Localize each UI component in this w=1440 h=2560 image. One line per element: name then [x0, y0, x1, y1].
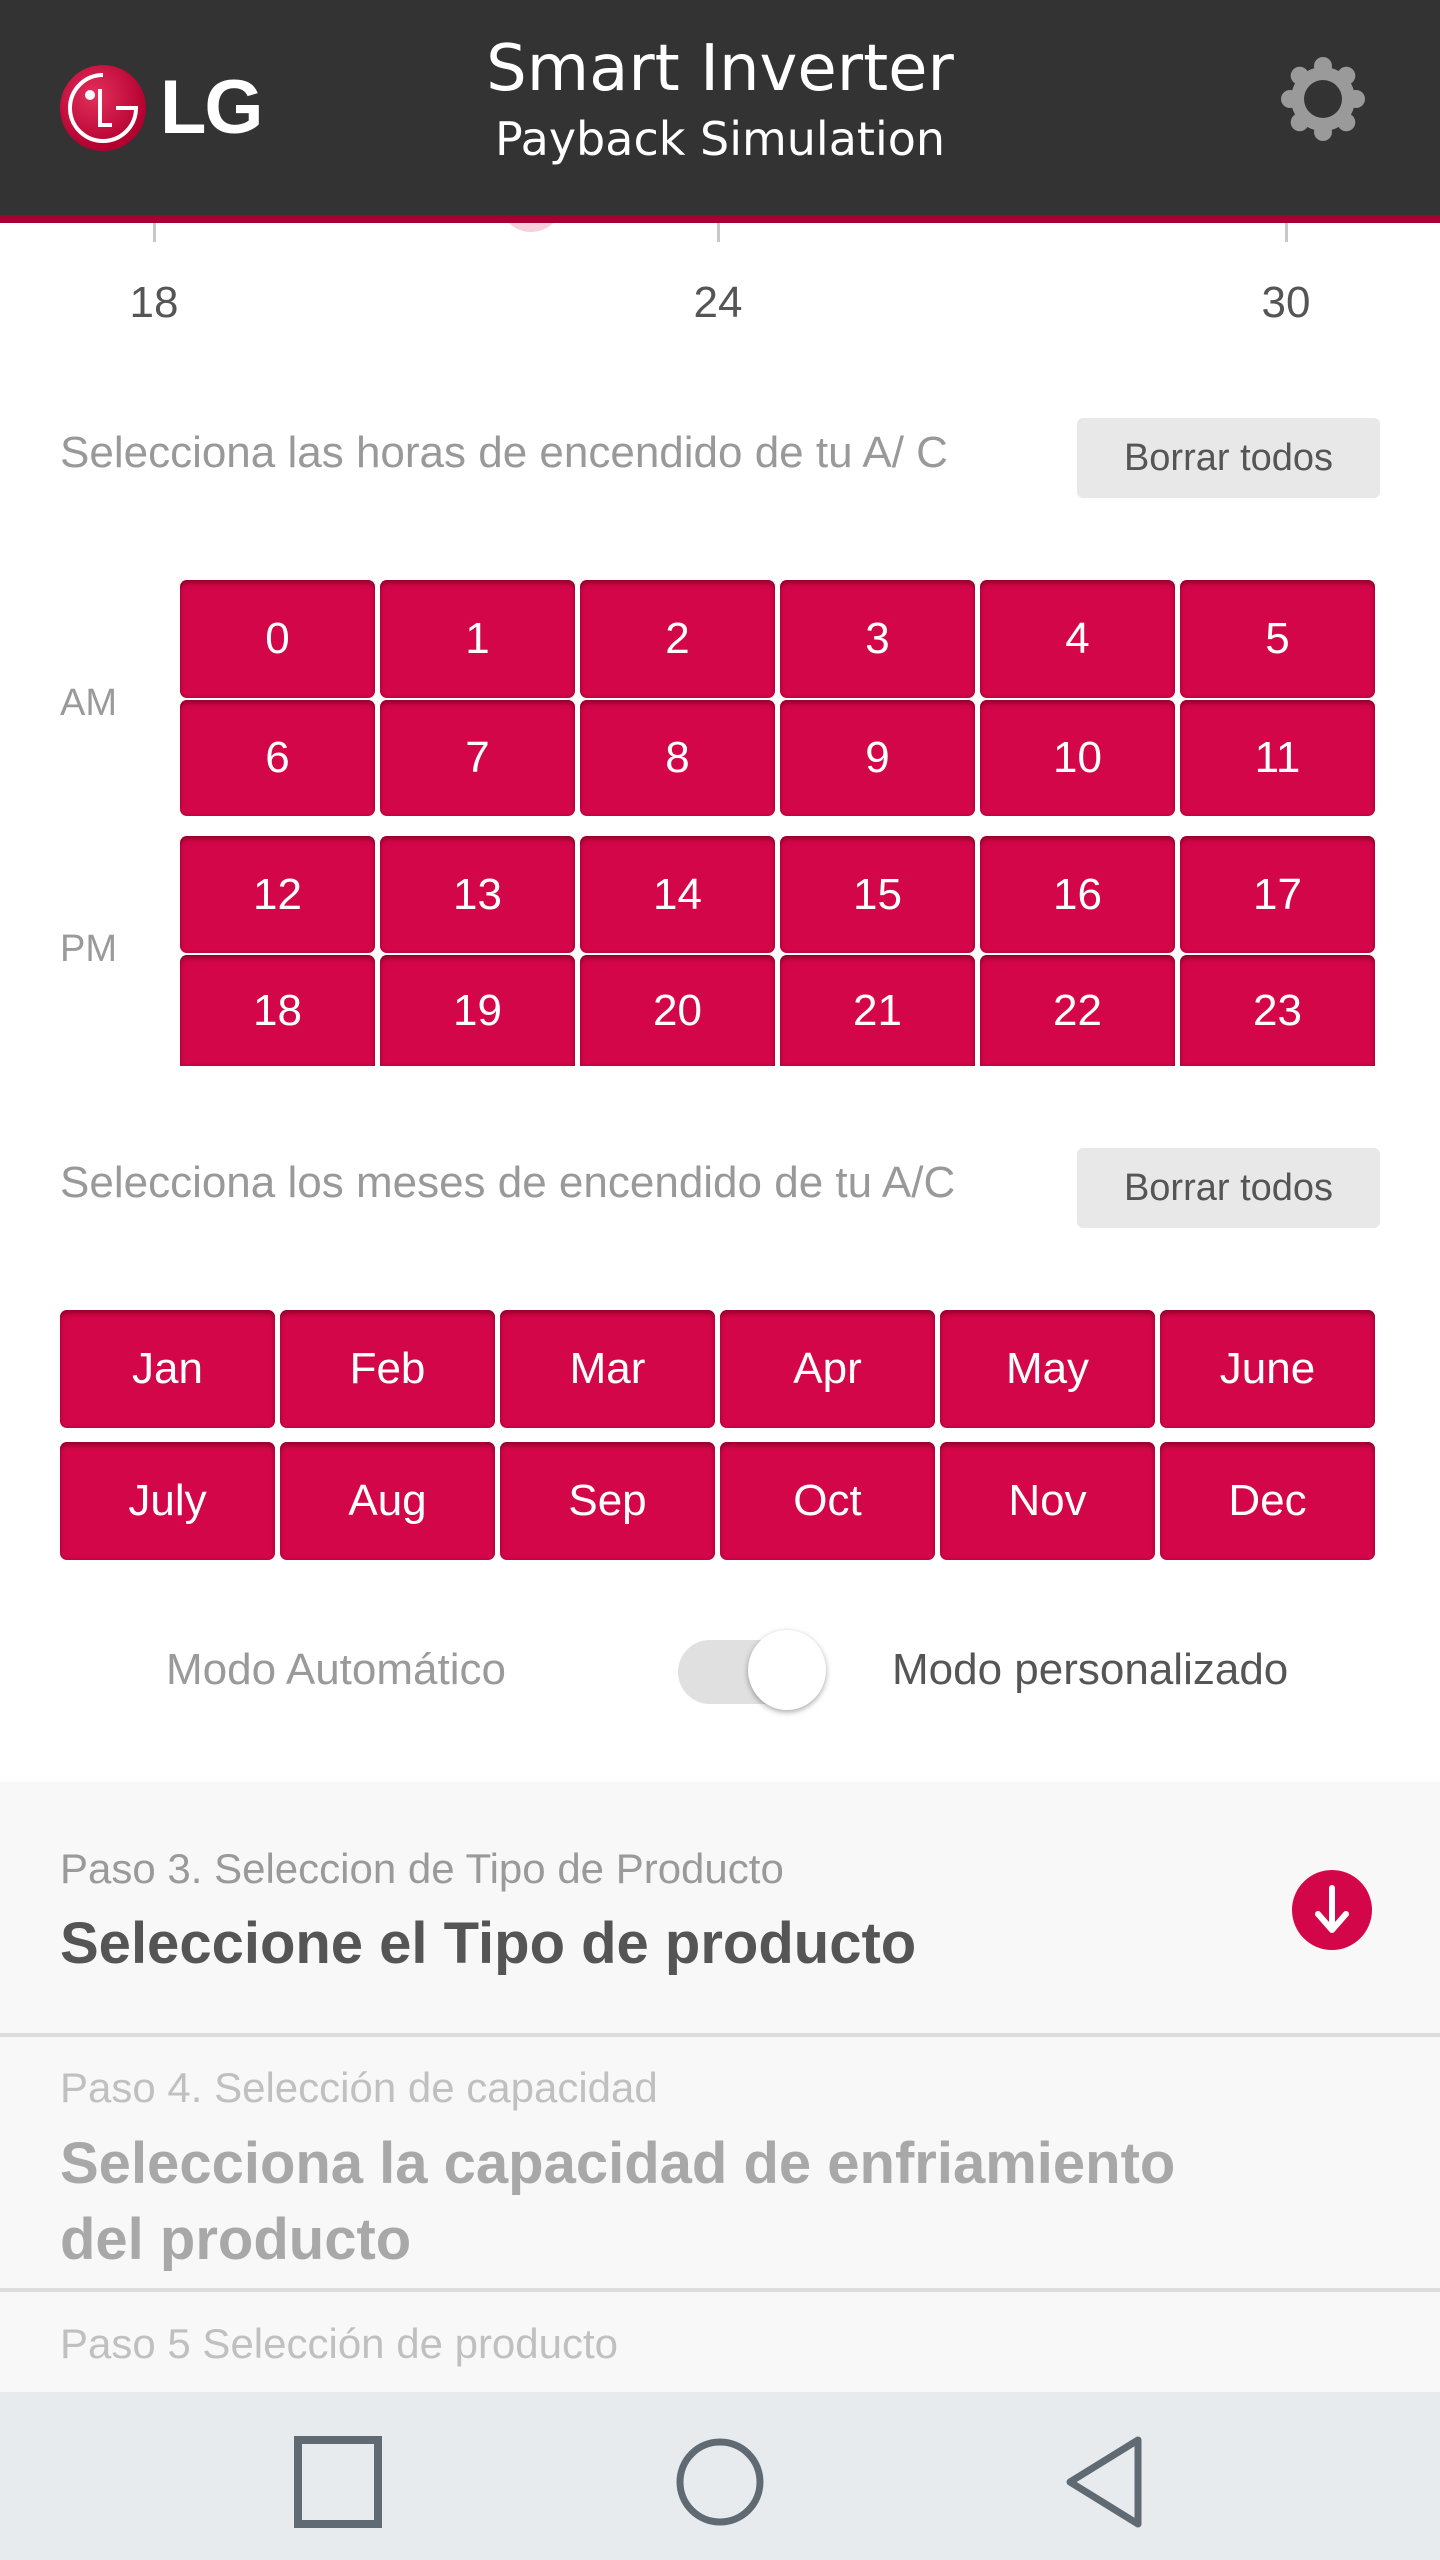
hour-button[interactable]: 12 — [180, 836, 375, 953]
recents-icon[interactable] — [288, 2432, 388, 2532]
hour-button[interactable]: 7 — [380, 700, 575, 816]
arrow-down-circle-icon[interactable] — [1292, 1870, 1372, 1950]
hour-button[interactable]: 17 — [1180, 836, 1375, 953]
month-button[interactable]: Jan — [60, 1310, 275, 1428]
toggle-knob — [748, 1630, 826, 1710]
hour-button[interactable]: 20 — [580, 955, 775, 1066]
step-5-kicker: Paso 5 Selección de producto — [60, 2320, 619, 2367]
am-label: AM — [60, 682, 117, 724]
hour-button[interactable]: 8 — [580, 700, 775, 816]
app-header: LG Smart Inverter Payback Simulation — [0, 0, 1440, 215]
hour-button[interactable]: 4 — [980, 580, 1175, 698]
hour-button[interactable]: 3 — [780, 580, 975, 698]
custom-mode-label[interactable]: Modo personalizado — [892, 1645, 1288, 1695]
step-4-heading: Selecciona la capacidad de enfriamiento … — [60, 2131, 1176, 2272]
month-button[interactable]: Aug — [280, 1442, 495, 1560]
month-button[interactable]: July — [60, 1442, 275, 1560]
slider-tick-label: 18 — [129, 278, 179, 327]
months-section-title: Selecciona los meses de encendido de tu … — [60, 1158, 956, 1207]
month-button[interactable]: Dec — [1160, 1442, 1375, 1560]
hour-button[interactable]: 13 — [380, 836, 575, 953]
mode-toggle-switch[interactable] — [678, 1630, 828, 1712]
slider-tick-label: 30 — [1261, 278, 1311, 327]
month-button[interactable]: Oct — [720, 1442, 935, 1560]
month-button[interactable]: Feb — [280, 1310, 495, 1428]
hour-button[interactable]: 16 — [980, 836, 1175, 953]
gear-icon[interactable] — [1278, 54, 1368, 144]
month-button[interactable]: May — [940, 1310, 1155, 1428]
hour-button[interactable]: 18 — [180, 955, 375, 1066]
month-button[interactable]: June — [1160, 1310, 1375, 1428]
step-3-kicker: Paso 3. Seleccion de Tipo de Producto — [60, 1845, 784, 1892]
hour-button[interactable]: 9 — [780, 700, 975, 816]
clear-months-button[interactable]: Borrar todos — [1077, 1148, 1380, 1228]
hour-button[interactable]: 2 — [580, 580, 775, 698]
pm-label: PM — [60, 928, 117, 970]
app-title: Smart Inverter — [486, 32, 954, 106]
step-3-heading: Seleccione el Tipo de producto — [60, 1911, 917, 1976]
hour-button[interactable]: 22 — [980, 955, 1175, 1066]
hour-button[interactable]: 19 — [380, 955, 575, 1066]
auto-mode-label[interactable]: Modo Automático — [166, 1645, 506, 1695]
hour-button[interactable]: 5 — [1180, 580, 1375, 698]
app-subtitle: Payback Simulation — [494, 112, 946, 166]
clear-hours-button[interactable]: Borrar todos — [1077, 418, 1380, 498]
month-button[interactable]: Mar — [500, 1310, 715, 1428]
hours-section-title: Selecciona las horas de encendido de tu … — [60, 428, 948, 477]
month-button[interactable]: Nov — [940, 1442, 1155, 1560]
hour-button[interactable]: 6 — [180, 700, 375, 816]
hour-button[interactable]: 21 — [780, 955, 975, 1066]
hour-button[interactable]: 0 — [180, 580, 375, 698]
home-icon[interactable] — [670, 2432, 770, 2532]
hour-button[interactable]: 23 — [1180, 955, 1375, 1066]
slider-tick — [153, 222, 156, 242]
hour-button[interactable]: 15 — [780, 836, 975, 953]
slider-tick — [1285, 222, 1288, 242]
hour-button[interactable]: 14 — [580, 836, 775, 953]
month-button[interactable]: Apr — [720, 1310, 935, 1428]
step-4-kicker: Paso 4. Selección de capacidad — [60, 2064, 658, 2111]
system-nav-bar — [0, 2392, 1440, 2560]
back-icon[interactable] — [1054, 2432, 1154, 2532]
hour-button[interactable]: 1 — [380, 580, 575, 698]
hour-button[interactable]: 10 — [980, 700, 1175, 816]
month-button[interactable]: Sep — [500, 1442, 715, 1560]
slider-tick — [717, 222, 720, 242]
hour-button[interactable]: 11 — [1180, 700, 1375, 816]
header-accent-bar — [0, 215, 1440, 223]
slider-tick-label: 24 — [693, 278, 743, 327]
